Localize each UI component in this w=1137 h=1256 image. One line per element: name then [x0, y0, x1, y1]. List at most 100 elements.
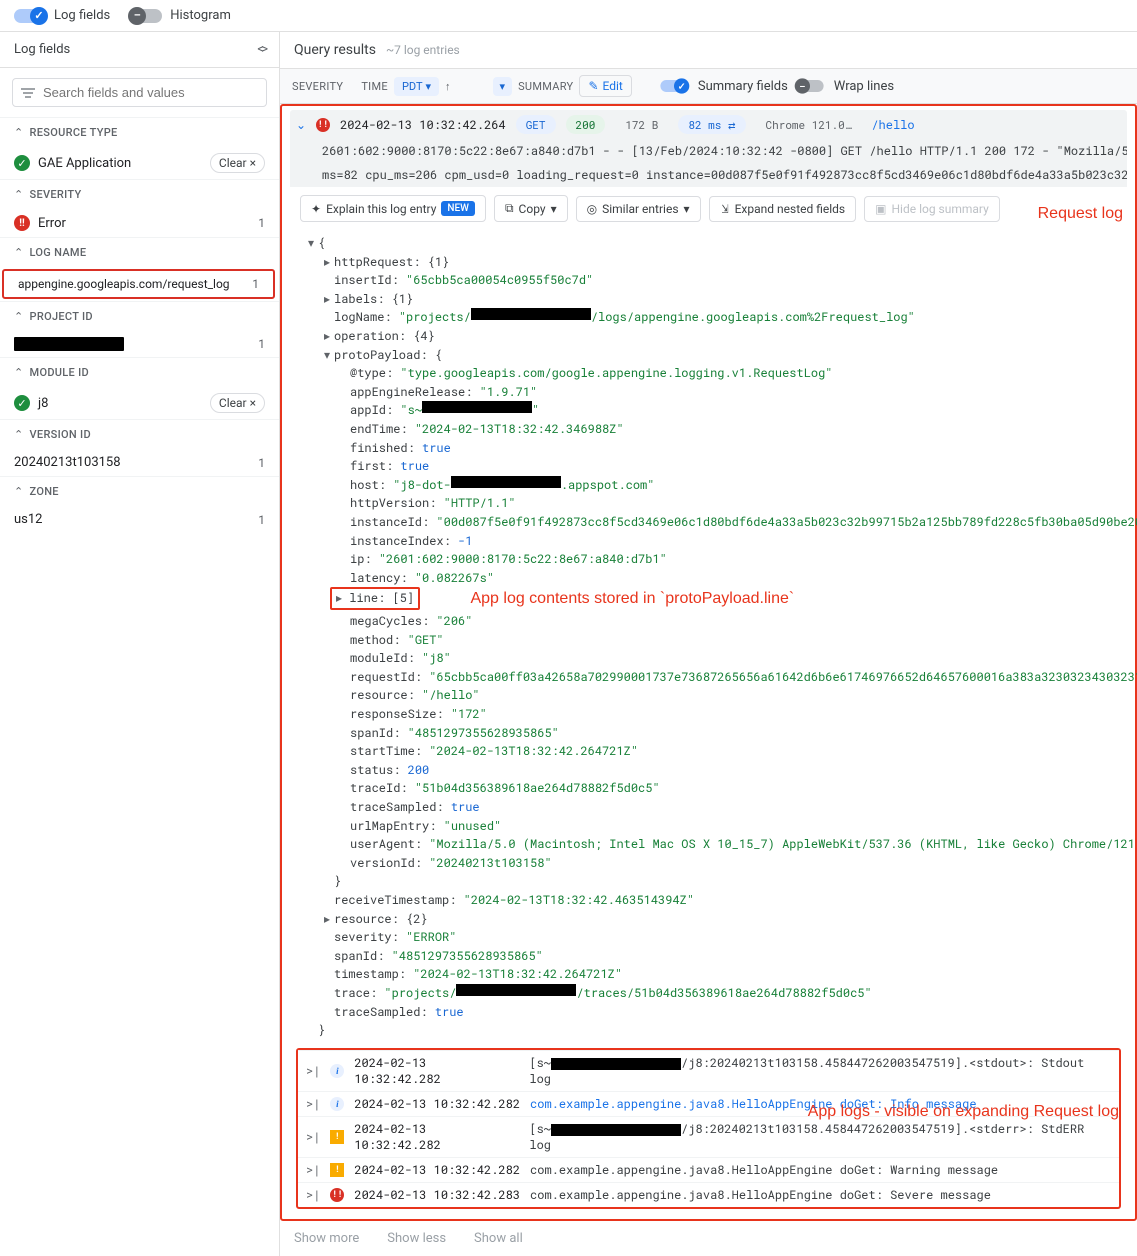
- size-pill: 172 B: [615, 115, 668, 134]
- results-title: Query results: [294, 42, 376, 58]
- caret-down-icon: ▾: [426, 80, 432, 93]
- route-text: /hello: [871, 117, 914, 133]
- copy-icon: ⧉: [505, 201, 514, 216]
- clear-module-button[interactable]: Clear×: [210, 393, 265, 413]
- log-raw-line-2: ms=82 cpu_ms=206 cpm_usd=0 loading_reque…: [290, 163, 1127, 187]
- expand-icon[interactable]: >|: [306, 1063, 320, 1079]
- app-log-row[interactable]: >| 2024-02-13 10:32:42.282 [s~/j8:202402…: [298, 1116, 1119, 1157]
- caret-down-icon: ▾: [551, 202, 557, 216]
- status-pill: 200: [566, 115, 606, 134]
- redacted-project-id: [14, 337, 124, 351]
- group-severity[interactable]: ⌃SEVERITY: [0, 179, 279, 209]
- hide-icon: ▣: [875, 202, 886, 216]
- annotation-line: App log contents stored in `protoPayload…: [470, 587, 794, 612]
- severity-label: SEVERITY: [292, 80, 343, 93]
- show-all-link[interactable]: Show all: [474, 1231, 523, 1246]
- collapse-toggle[interactable]: ▾: [304, 234, 318, 253]
- log-fields-toggle[interactable]: ✓: [14, 9, 46, 23]
- severity-error-icon: !!: [330, 1188, 344, 1202]
- display-options-bar: SEVERITY TIME PDT ▾ ↑ ▾ SUMMARY ✎Edit ✓ …: [280, 69, 1137, 104]
- severity-info-icon: i: [330, 1097, 344, 1111]
- app-log-row[interactable]: >| !! 2024-02-13 10:32:42.283 com.exampl…: [298, 1182, 1119, 1207]
- fields-search-input[interactable]: [43, 85, 258, 100]
- collapse-icon[interactable]: < >: [257, 42, 265, 57]
- filter-lines-icon: [21, 88, 35, 98]
- timezone-selector[interactable]: PDT ▾: [394, 77, 439, 96]
- histogram-toggle-label: Histogram: [170, 8, 231, 23]
- group-log-name[interactable]: ⌃LOG NAME: [0, 237, 279, 267]
- filter-gae-application[interactable]: ✓GAE Application Clear×: [0, 147, 279, 179]
- histogram-toggle-wrap: – Histogram: [130, 8, 231, 23]
- summary-label: SUMMARY: [518, 80, 573, 93]
- severity-warn-icon: [330, 1130, 344, 1144]
- close-icon: ×: [250, 156, 256, 170]
- log-entry-header[interactable]: ⌄ !! 2024-02-13 10:32:42.264 GET 200 172…: [290, 110, 1127, 139]
- group-project-id[interactable]: ⌃PROJECT ID: [0, 301, 279, 331]
- severity-error-icon: !!: [316, 118, 330, 132]
- sublog-timestamp: 2024-02-13 10:32:42.282: [354, 1055, 519, 1087]
- ua-pill: Chrome 121.0…: [756, 115, 862, 134]
- target-icon: ◎: [587, 202, 597, 216]
- expand-icon: ⇲: [721, 202, 728, 216]
- show-more-link[interactable]: Show more: [294, 1231, 359, 1246]
- results-count: ~7 log entries: [386, 43, 460, 57]
- nested-app-logs: >| i 2024-02-13 10:32:42.282 [s~/j8:2024…: [296, 1048, 1121, 1209]
- results-panel: Query results ~7 log entries SEVERITY TI…: [280, 32, 1137, 1256]
- severity-info-icon: i: [330, 1064, 344, 1078]
- summary-dropdown[interactable]: ▾: [493, 77, 513, 96]
- group-version-id[interactable]: ⌃VERSION ID: [0, 419, 279, 449]
- log-entry-container: ⌄ !! 2024-02-13 10:32:42.264 GET 200 172…: [280, 104, 1137, 1221]
- filter-log-name-request-log[interactable]: appengine.googleapis.com/request_log 1: [2, 269, 275, 299]
- filter-module-j8[interactable]: ✓j8 Clear×: [0, 387, 279, 419]
- close-icon: ×: [250, 396, 256, 410]
- wrap-lines-toggle-wrap: – Wrap lines: [794, 79, 894, 94]
- json-viewer: ▾{ ▸httpRequest: {1} insertId: "65cbb5ca…: [290, 230, 1127, 1044]
- log-fields-sidebar: Log fields < > ⌃RESOURCE TYPE ✓GAE Appli…: [0, 32, 280, 1256]
- new-badge: NEW: [441, 201, 475, 216]
- group-zone[interactable]: ⌃ZONE: [0, 476, 279, 506]
- filter-severity-error[interactable]: !!Error 1: [0, 209, 279, 237]
- explain-button[interactable]: ✦Explain this log entryNEW: [300, 195, 486, 222]
- log-actions-bar: ✦Explain this log entryNEW ⧉Copy ▾ ◎Simi…: [290, 187, 1127, 230]
- log-timestamp: 2024-02-13 10:32:42.264: [340, 117, 506, 133]
- log-fields-toggle-label: Log fields: [54, 8, 110, 23]
- arrow-up-icon[interactable]: ↑: [445, 80, 451, 93]
- expand-toggle[interactable]: ▸: [320, 253, 334, 272]
- pencil-icon: ✎: [588, 79, 598, 93]
- copy-button[interactable]: ⧉Copy ▾: [494, 195, 568, 222]
- similar-entries-button[interactable]: ◎Similar entries ▾: [576, 196, 701, 222]
- log-raw-line-1: 2601:602:9000:8170:5c22:8e67:a840:d7b1 -…: [290, 139, 1127, 163]
- sparkle-icon: ✦: [311, 202, 321, 216]
- proto-line-row[interactable]: ▸ line: [5] App log contents stored in `…: [304, 587, 1127, 612]
- filter-project-id[interactable]: 1: [0, 331, 279, 357]
- app-log-row[interactable]: >| i 2024-02-13 10:32:42.282 com.example…: [298, 1091, 1119, 1116]
- redacted: [471, 308, 591, 320]
- summary-fields-toggle[interactable]: ✓: [660, 80, 687, 92]
- summary-fields-toggle-wrap: ✓ Summary fields: [658, 79, 788, 94]
- severity-warn-icon: [330, 1163, 344, 1177]
- app-log-row[interactable]: >| 2024-02-13 10:32:42.282 com.example.a…: [298, 1157, 1119, 1182]
- app-log-row[interactable]: >| i 2024-02-13 10:32:42.282 [s~/j8:2024…: [298, 1050, 1119, 1091]
- show-less-link[interactable]: Show less: [387, 1231, 446, 1246]
- filter-version[interactable]: 20240213t103158 1: [0, 449, 279, 476]
- sidebar-title: Log fields: [14, 42, 70, 57]
- chevron-down-icon[interactable]: ⌄: [296, 117, 306, 133]
- fields-search[interactable]: [12, 78, 267, 107]
- group-module-id[interactable]: ⌃MODULE ID: [0, 357, 279, 387]
- group-resource-type[interactable]: ⌃RESOURCE TYPE: [0, 117, 279, 147]
- expand-nested-button[interactable]: ⇲Expand nested fields: [709, 196, 857, 222]
- sidebar-header: Log fields < >: [0, 32, 279, 68]
- check-icon: ✓: [14, 395, 30, 411]
- results-header: Query results ~7 log entries: [280, 32, 1137, 69]
- wrap-lines-toggle[interactable]: –: [796, 80, 823, 92]
- method-pill: GET: [516, 115, 556, 134]
- edit-summary-button[interactable]: ✎Edit: [579, 75, 631, 97]
- filter-zone[interactable]: us12 1: [0, 506, 279, 533]
- latency-pill: 82 ms ⇄: [678, 115, 745, 134]
- log-fields-toggle-wrap: ✓ Log fields: [14, 8, 110, 23]
- time-label: TIME: [361, 80, 388, 93]
- error-icon: !!: [14, 215, 30, 231]
- caret-down-icon: ▾: [684, 202, 690, 216]
- histogram-toggle[interactable]: –: [130, 9, 162, 23]
- clear-gae-button[interactable]: Clear×: [210, 153, 265, 173]
